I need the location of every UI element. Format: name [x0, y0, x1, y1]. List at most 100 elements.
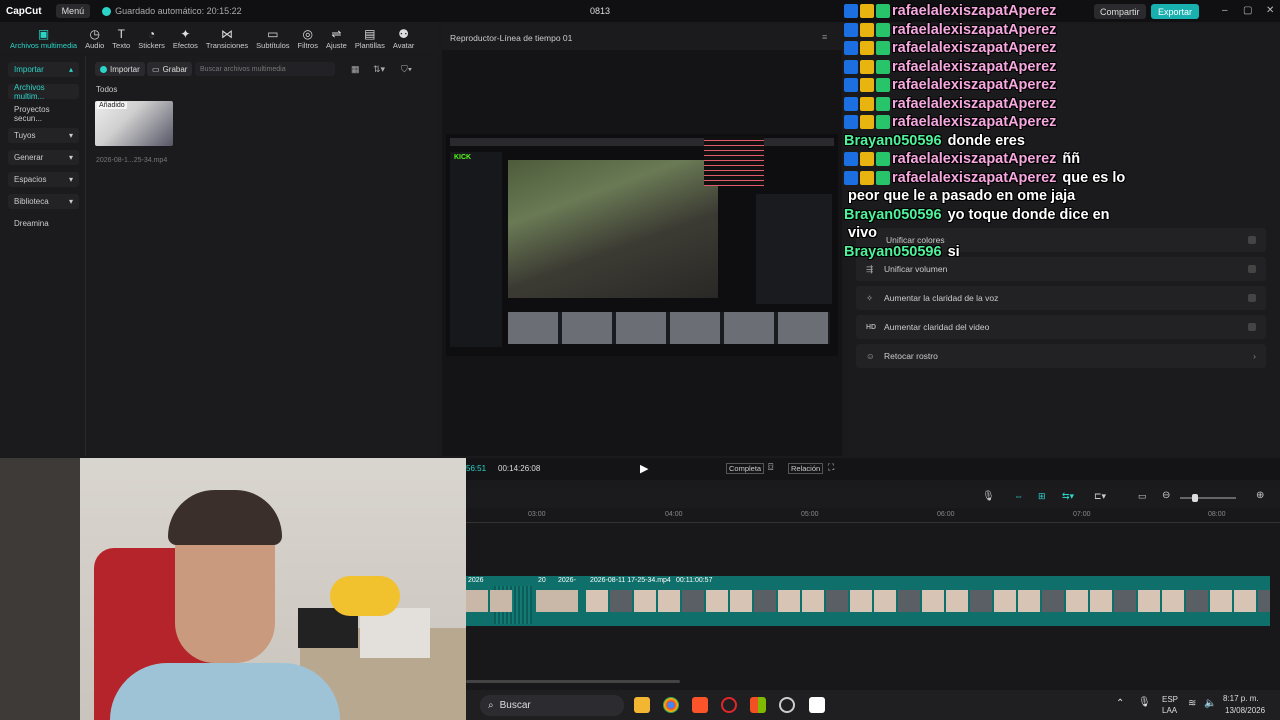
ruler-tick: 04:00 — [665, 511, 683, 518]
volume-icon: ⇶ — [866, 263, 874, 274]
voice-clarity-option[interactable]: ✧ Aumentar la claridad de la voz — [856, 286, 1266, 310]
chrome-icon[interactable] — [663, 697, 679, 713]
sidebar-item-dreamina[interactable]: Dreamina — [8, 216, 79, 231]
fullscreen-icon[interactable]: ⛶ — [828, 462, 834, 473]
ratio-button[interactable]: Relación — [788, 463, 824, 474]
tool-filters[interactable]: ◎ Filtros — [294, 27, 322, 54]
chat-username[interactable]: rafaelalexiszapatAperez — [892, 151, 1056, 167]
sidebar-item-spaces[interactable]: Espacios ▾ — [8, 172, 79, 187]
chat-username[interactable]: rafaelalexiszapatAperez — [892, 170, 1056, 186]
video-preview[interactable]: KICK — [446, 134, 838, 356]
volume-icon[interactable]: 🔈 — [1204, 698, 1216, 709]
chevron-up-icon[interactable]: ⌃ — [1116, 698, 1124, 709]
zoom-out-icon[interactable]: ⊖ — [1162, 490, 1170, 501]
snapshot-icon[interactable]: ⌼ — [768, 462, 773, 473]
full-button[interactable]: Completa — [726, 463, 765, 474]
toggle-icon[interactable] — [1248, 294, 1256, 302]
chat-username[interactable]: rafaelalexiszapatAperez — [892, 77, 1056, 93]
language-label[interactable]: ESP — [1162, 695, 1178, 704]
clip-frame — [922, 590, 944, 612]
chat-username[interactable]: Brayan050596 — [844, 244, 942, 260]
chat-username[interactable]: rafaelalexiszapatAperez — [892, 3, 1056, 19]
chat-username[interactable]: rafaelalexiszapatAperez — [892, 40, 1056, 56]
chat-username[interactable]: rafaelalexiszapatAperez — [892, 59, 1056, 75]
chat-username[interactable]: rafaelalexiszapatAperez — [892, 96, 1056, 112]
sidebar-item-media[interactable]: Archivos multim... — [8, 83, 79, 101]
chat-username[interactable]: rafaelalexiszapatAperez — [892, 22, 1056, 38]
play-icon[interactable]: ▶ — [640, 462, 648, 475]
record-button[interactable]: ▭ Grabar — [147, 62, 193, 76]
og-badge-icon — [876, 96, 890, 111]
split-icon[interactable]: ⊏▾ — [1094, 491, 1106, 502]
file-explorer-icon[interactable] — [634, 697, 650, 713]
capcut-icon[interactable] — [809, 697, 825, 713]
zoom-slider-handle[interactable] — [1192, 494, 1198, 502]
sidebar-item-generate[interactable]: Generar ▾ — [8, 150, 79, 165]
section-label: Todos — [96, 85, 118, 94]
close-icon[interactable]: ✕ — [1266, 5, 1274, 16]
tool-text[interactable]: T Texto — [108, 27, 134, 54]
tool-effects[interactable]: ✦ Efectos — [169, 27, 202, 54]
taskbar-search[interactable]: ⌕ Buscar — [480, 695, 624, 716]
hd-icon: HD — [866, 323, 877, 331]
import-button[interactable]: Importar — [95, 62, 145, 76]
tool-stickers[interactable]: ◔ Stickers — [134, 27, 169, 54]
store-icon[interactable] — [750, 697, 766, 713]
chat-message: rafaelalexiszapatAperez que es lo — [844, 169, 1204, 188]
tool-adjust[interactable]: ⇌ Ajuste — [322, 27, 351, 54]
magnet-icon[interactable]: ⊞ — [1038, 491, 1046, 502]
app-icon[interactable] — [779, 697, 795, 713]
video-track[interactable]: 2026 20 2026- 2026-08-11 17-25-34.mp4 00… — [466, 576, 1270, 626]
sword-badge-icon — [844, 41, 858, 56]
added-badge: Añadido — [97, 102, 127, 109]
microphone-icon[interactable]: 🎙 — [1138, 697, 1151, 708]
og-badge-icon — [876, 4, 890, 19]
chat-username[interactable]: Brayan050596 — [844, 133, 942, 149]
menu-button[interactable]: Menú — [55, 4, 91, 18]
sidebar-item-library[interactable]: Biblioteca ▾ — [8, 194, 79, 209]
video-clarity-option[interactable]: HD Aumentar claridad del video — [856, 315, 1266, 339]
sidebar-item-projects[interactable]: Proyectos secun... — [8, 105, 79, 123]
subtitle-icon: ▭ — [267, 27, 279, 41]
caption-icon[interactable]: ▭ — [1138, 491, 1147, 502]
sword-badge-icon — [844, 59, 858, 74]
tool-templates[interactable]: ▤ Plantillas — [351, 27, 389, 54]
timeline-scrollbar[interactable] — [466, 680, 680, 683]
sort-icon[interactable]: ⇅▾ — [373, 64, 385, 75]
minimize-icon[interactable]: – — [1222, 5, 1228, 16]
search-input[interactable]: Buscar archivos multimedia — [195, 62, 335, 76]
toggle-icon[interactable] — [1248, 236, 1256, 244]
maximize-icon[interactable]: ▢ — [1243, 5, 1252, 16]
chevron-down-icon: ▾ — [68, 153, 73, 162]
filter-icon[interactable]: ⛉▾ — [401, 64, 412, 75]
wifi-icon[interactable]: ≋ — [1188, 698, 1196, 709]
ruler-line — [466, 522, 1280, 523]
crown-badge-icon — [860, 78, 874, 93]
chat-text: ññ — [1062, 151, 1081, 168]
microphone-icon[interactable]: 🎙 — [982, 491, 995, 502]
zoom-in-icon[interactable]: ⊕ — [1256, 490, 1264, 501]
media-clip-thumbnail[interactable]: Añadido — [95, 101, 173, 146]
brave-icon[interactable] — [692, 697, 708, 713]
chat-username[interactable]: Brayan050596 — [844, 207, 942, 223]
menu-icon[interactable]: ≡ — [822, 32, 827, 42]
snap-icon[interactable]: ⇆▾ — [1062, 491, 1074, 502]
toggle-icon[interactable] — [1248, 323, 1256, 331]
view-icon[interactable]: ▦ — [351, 64, 360, 75]
clip-frame — [1138, 590, 1160, 612]
record-icon: ▭ — [152, 64, 160, 74]
zoom-slider[interactable] — [1180, 494, 1236, 502]
chat-username[interactable]: rafaelalexiszapatAperez — [892, 114, 1056, 130]
clip-frame — [1114, 590, 1136, 612]
toggle-icon[interactable] — [1248, 265, 1256, 273]
tool-transitions[interactable]: ⋈ Transiciones — [202, 27, 252, 54]
opera-icon[interactable] — [721, 697, 737, 713]
sidebar-item-yours[interactable]: Tuyos ▾ — [8, 128, 79, 143]
tool-subtitles[interactable]: ▭ Subtítulos — [252, 27, 293, 54]
link-icon[interactable]: ⇔ — [1014, 491, 1023, 501]
tool-media[interactable]: ▣ Archivos multimedia — [6, 27, 81, 54]
sidebar-item-import[interactable]: Importar ▴ — [8, 62, 79, 77]
tool-audio[interactable]: ◷ Audio — [81, 27, 108, 54]
retouch-face-option[interactable]: ☺ Retocar rostro › — [856, 344, 1266, 368]
tool-avatar[interactable]: ⚉ Avatar — [389, 27, 419, 54]
